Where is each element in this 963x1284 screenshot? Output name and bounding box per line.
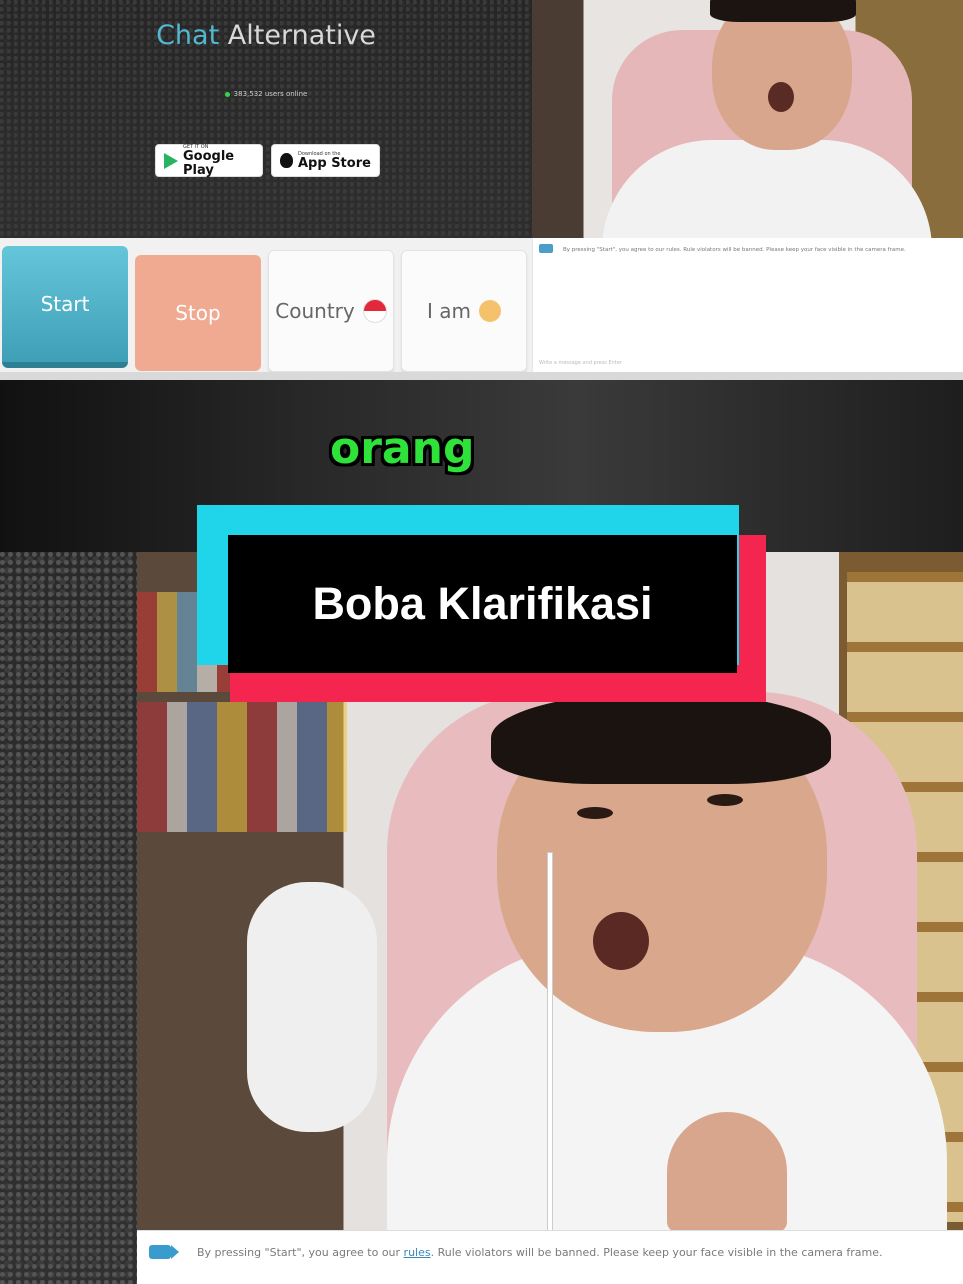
notice-text-before: By pressing "Start", you agree to our xyxy=(197,1246,401,1259)
mouth-shape xyxy=(593,912,649,970)
man-emoji-icon xyxy=(479,300,501,322)
brand-logo: Chat Alternative xyxy=(0,20,532,51)
top-chat-screen: Chat Alternative 383,532 users online GE… xyxy=(0,0,963,380)
camera-icon xyxy=(539,244,553,253)
app-store-badge[interactable]: Download on the App Store xyxy=(271,144,380,177)
earphone-cable xyxy=(547,852,553,1234)
toy-shelf-middle xyxy=(137,702,347,832)
rules-link[interactable]: rules xyxy=(404,1246,431,1259)
gender-button[interactable]: I am xyxy=(401,250,527,372)
start-button[interactable]: Start xyxy=(2,246,128,368)
chat-notice-bar: By pressing "Start", you agree to our ru… xyxy=(137,1230,963,1284)
notice-text-after: . Rule violators will be banned. Please … xyxy=(430,1246,883,1259)
google-play-big: Google Play xyxy=(183,148,235,178)
apple-icon xyxy=(280,153,293,168)
head-shape xyxy=(712,0,852,150)
chair-arm-shape xyxy=(247,882,377,1132)
chat-notice: By pressing "Start", you agree to our ru… xyxy=(563,247,906,253)
hair-shape xyxy=(710,0,856,22)
iam-label: I am xyxy=(427,299,471,323)
country-button[interactable]: Country xyxy=(268,250,394,372)
mouth-shape xyxy=(768,82,794,112)
chat-input[interactable]: Write a message and press Enter xyxy=(539,360,959,366)
online-count-text: 383,532 users online xyxy=(233,90,308,98)
control-panel: Start Stop Country I am xyxy=(0,238,532,380)
chat-panel: By pressing "Start", you agree to our ru… xyxy=(532,238,963,372)
caption-word: orang xyxy=(330,423,475,474)
google-play-badge[interactable]: GET IT ON Google Play xyxy=(155,144,263,177)
stop-label: Stop xyxy=(175,301,221,325)
brand-prefix: Chat xyxy=(156,20,220,51)
hand-shape xyxy=(667,1112,787,1232)
title-card-text: Boba Klarifikasi xyxy=(312,578,653,629)
brand-suffix: Alternative xyxy=(227,20,376,51)
start-label: Start xyxy=(40,292,90,316)
static-noise-panel xyxy=(0,552,137,1284)
stranger-video-panel: Chat Alternative 383,532 users online GE… xyxy=(0,0,532,238)
camera-icon xyxy=(149,1245,179,1259)
stop-button[interactable]: Stop xyxy=(135,255,261,371)
eye-shape xyxy=(577,807,613,819)
eye-shape xyxy=(707,794,743,806)
self-webcam-small xyxy=(532,0,963,238)
app-store-big: App Store xyxy=(298,155,371,171)
chat-notice: By pressing "Start", you agree to our ru… xyxy=(197,1246,882,1259)
divider xyxy=(0,372,963,380)
hair-shape xyxy=(491,692,831,784)
online-dot-icon xyxy=(224,91,230,97)
country-label: Country xyxy=(275,299,355,323)
indonesia-flag-icon xyxy=(362,299,387,323)
online-count: 383,532 users online xyxy=(0,90,532,98)
google-play-icon xyxy=(164,152,178,169)
